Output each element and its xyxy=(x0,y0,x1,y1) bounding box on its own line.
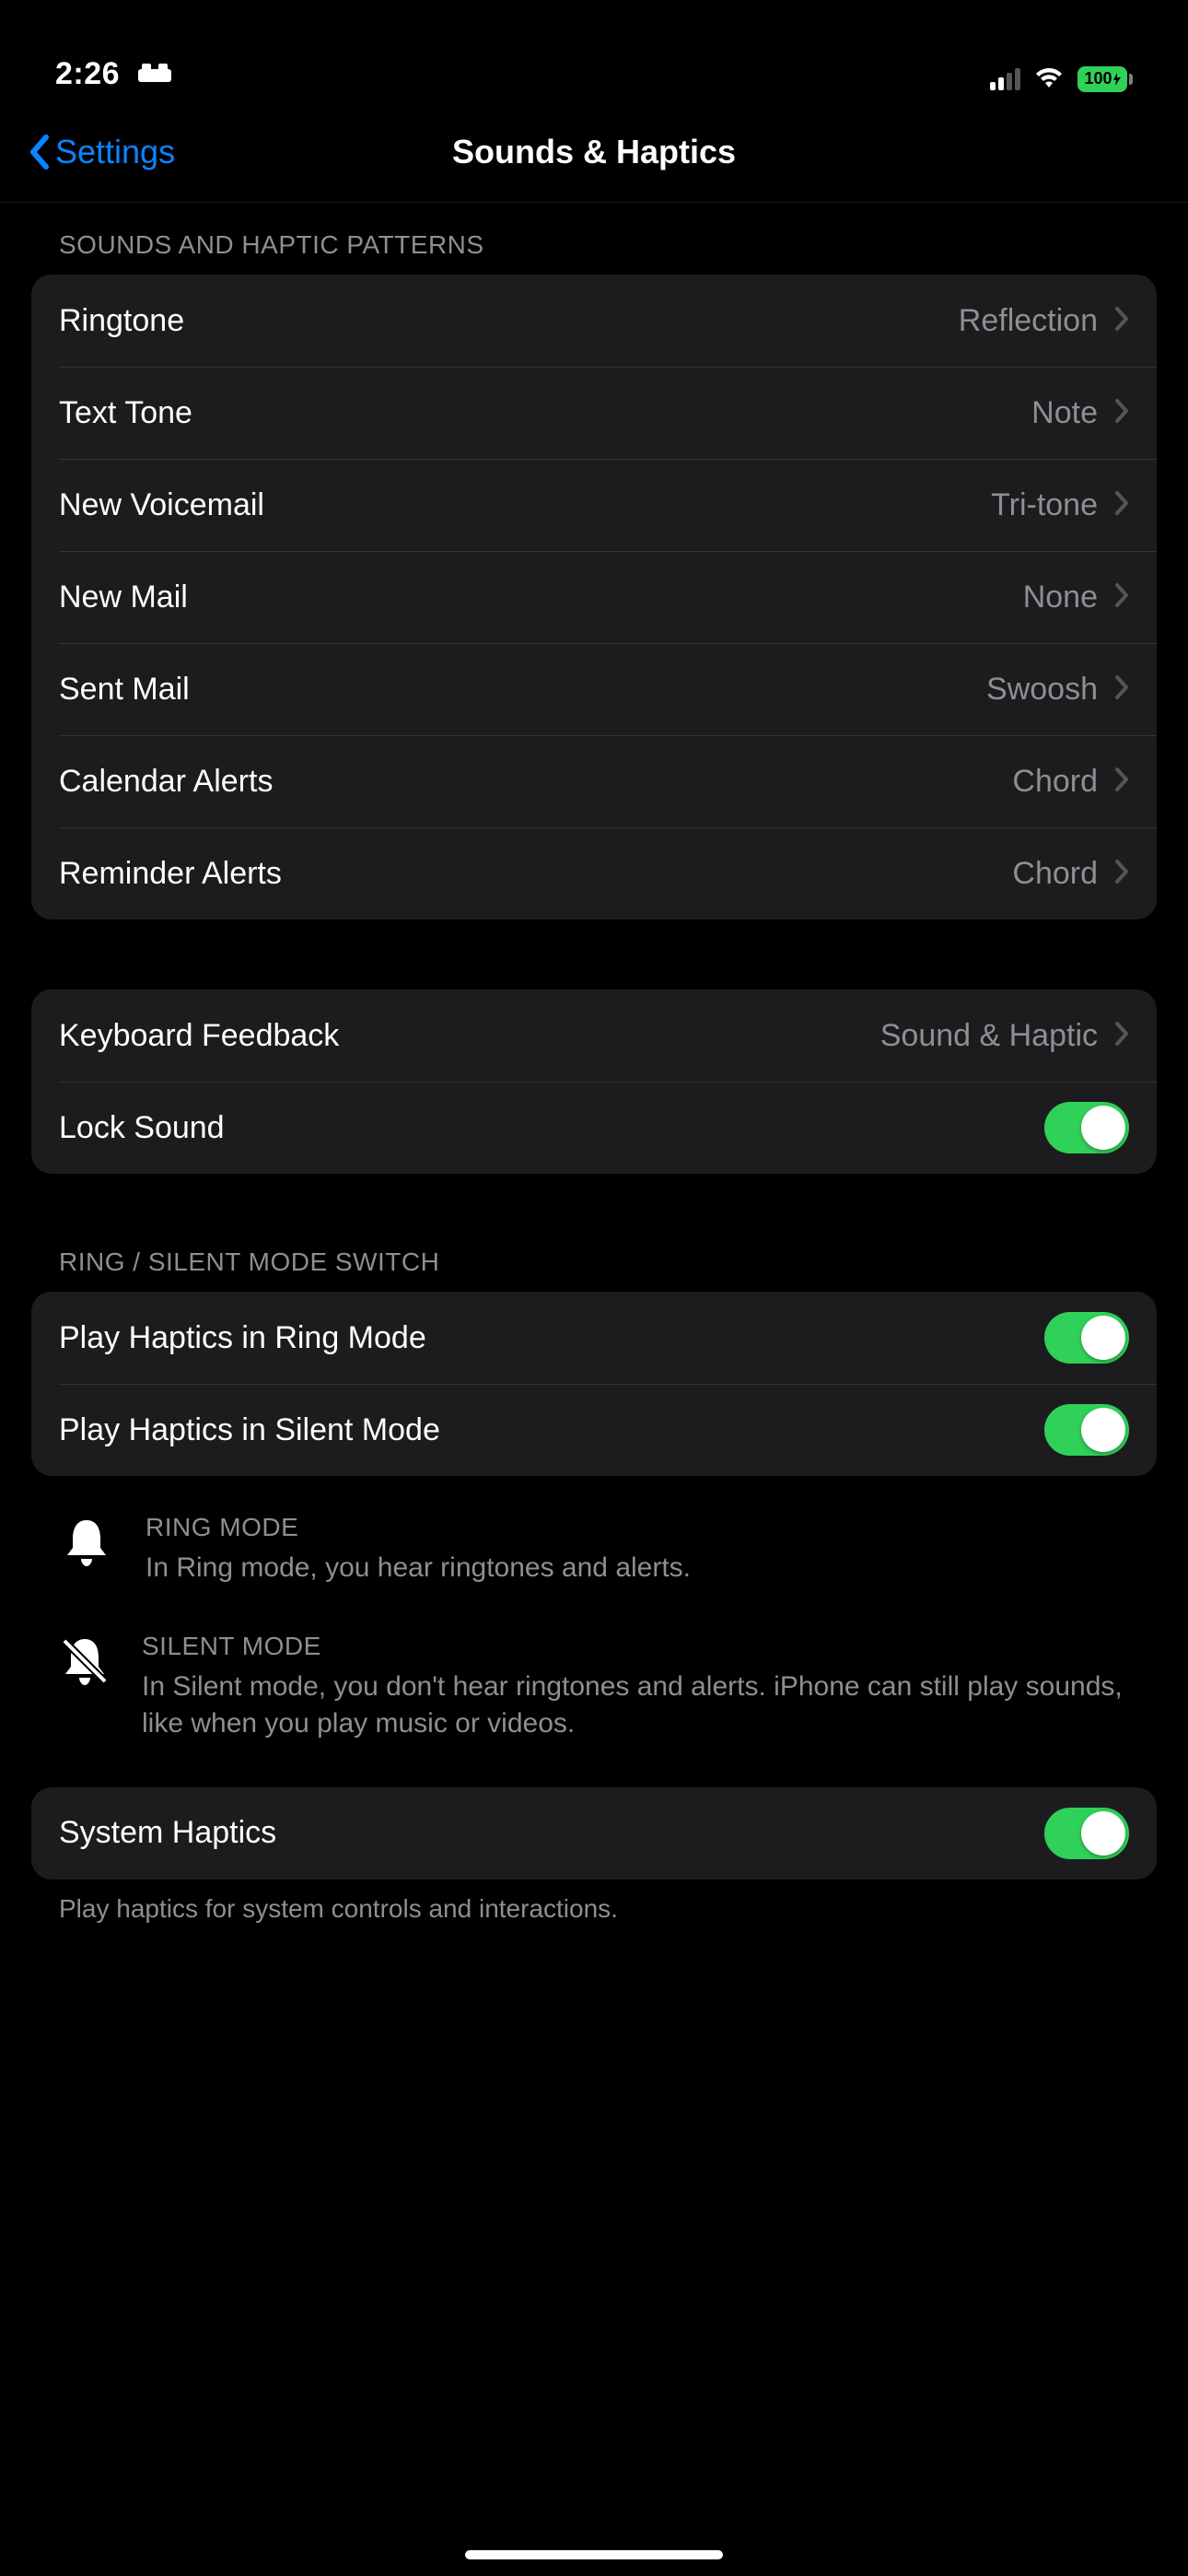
keyboard-feedback-label: Keyboard Feedback xyxy=(59,1018,880,1054)
page-title: Sounds & Haptics xyxy=(0,133,1188,171)
lock-sound-row: Lock Sound xyxy=(31,1082,1157,1174)
haptics-ring-toggle[interactable] xyxy=(1044,1312,1129,1364)
lock-sound-label: Lock Sound xyxy=(59,1110,1044,1146)
silent-mode-title: SILENT MODE xyxy=(142,1632,1129,1661)
ring-silent-group: Play Haptics in Ring Mode Play Haptics i… xyxy=(31,1292,1157,1476)
chevron-right-icon xyxy=(1114,767,1129,797)
calendar-alerts-row[interactable]: Calendar Alerts Chord xyxy=(31,735,1157,827)
reminder-alerts-label: Reminder Alerts xyxy=(59,856,1012,892)
calendar-alerts-label: Calendar Alerts xyxy=(59,764,1012,800)
new-mail-value: None xyxy=(1023,580,1098,615)
chevron-right-icon xyxy=(1114,398,1129,428)
system-haptics-toggle[interactable] xyxy=(1044,1808,1129,1859)
lock-sound-toggle[interactable] xyxy=(1044,1102,1129,1153)
keyboard-feedback-value: Sound & Haptic xyxy=(880,1018,1098,1054)
feedback-group: Keyboard Feedback Sound & Haptic Lock So… xyxy=(31,989,1157,1174)
sleep-icon xyxy=(138,60,171,88)
ring-mode-note: RING MODE In Ring mode, you hear rington… xyxy=(59,1513,1129,1587)
chevron-right-icon xyxy=(1114,306,1129,336)
status-bar: 2:26 100 xyxy=(0,0,1188,101)
haptics-silent-label: Play Haptics in Silent Mode xyxy=(59,1412,1044,1448)
system-haptics-group: System Haptics xyxy=(31,1787,1157,1879)
status-right: 100 xyxy=(990,65,1133,92)
chevron-right-icon xyxy=(1114,674,1129,705)
battery-level: 100 xyxy=(1084,69,1112,88)
text-tone-value: Note xyxy=(1031,395,1098,431)
new-mail-row[interactable]: New Mail None xyxy=(31,551,1157,643)
section-header-sounds: SOUNDS AND HAPTIC PATTERNS xyxy=(31,203,1157,275)
haptics-ring-row: Play Haptics in Ring Mode xyxy=(31,1292,1157,1384)
chevron-right-icon xyxy=(1114,1021,1129,1051)
section-header-ring-silent: RING / SILENT MODE SWITCH xyxy=(31,1220,1157,1292)
wifi-icon xyxy=(1033,65,1065,92)
bell-icon xyxy=(59,1513,114,1587)
sent-mail-row[interactable]: Sent Mail Swoosh xyxy=(31,643,1157,735)
navigation-bar: Settings Sounds & Haptics xyxy=(0,101,1188,203)
ringtone-value: Reflection xyxy=(959,303,1098,339)
bell-slash-icon xyxy=(59,1632,111,1743)
chevron-left-icon xyxy=(28,134,50,170)
ringtone-row[interactable]: Ringtone Reflection xyxy=(31,275,1157,367)
ringtone-label: Ringtone xyxy=(59,303,959,339)
reminder-alerts-value: Chord xyxy=(1012,856,1098,892)
new-voicemail-label: New Voicemail xyxy=(59,487,991,523)
system-haptics-footer: Play haptics for system controls and int… xyxy=(31,1879,1157,1924)
ring-mode-title: RING MODE xyxy=(146,1513,691,1542)
new-mail-label: New Mail xyxy=(59,580,1023,615)
keyboard-feedback-row[interactable]: Keyboard Feedback Sound & Haptic xyxy=(31,989,1157,1082)
text-tone-row[interactable]: Text Tone Note xyxy=(31,367,1157,459)
text-tone-label: Text Tone xyxy=(59,395,1031,431)
calendar-alerts-value: Chord xyxy=(1012,764,1098,800)
home-indicator[interactable] xyxy=(465,2550,723,2559)
chevron-right-icon xyxy=(1114,490,1129,521)
status-left: 2:26 xyxy=(55,56,171,92)
new-voicemail-value: Tri-tone xyxy=(991,487,1098,523)
silent-mode-note: SILENT MODE In Silent mode, you don't he… xyxy=(59,1632,1129,1743)
sent-mail-label: Sent Mail xyxy=(59,672,986,708)
ring-mode-desc: In Ring mode, you hear ringtones and ale… xyxy=(146,1550,691,1587)
haptics-silent-toggle[interactable] xyxy=(1044,1404,1129,1456)
status-time: 2:26 xyxy=(55,56,120,92)
reminder-alerts-row[interactable]: Reminder Alerts Chord xyxy=(31,827,1157,919)
sent-mail-value: Swoosh xyxy=(986,672,1098,708)
silent-mode-desc: In Silent mode, you don't hear ringtones… xyxy=(142,1669,1129,1743)
haptics-silent-row: Play Haptics in Silent Mode xyxy=(31,1384,1157,1476)
chevron-right-icon xyxy=(1114,582,1129,613)
cellular-signal-icon xyxy=(990,68,1020,90)
system-haptics-label: System Haptics xyxy=(59,1815,1044,1851)
system-haptics-row: System Haptics xyxy=(31,1787,1157,1879)
mode-notes: RING MODE In Ring mode, you hear rington… xyxy=(31,1476,1157,1743)
sounds-group: Ringtone Reflection Text Tone Note New V… xyxy=(31,275,1157,919)
battery-indicator: 100 xyxy=(1077,66,1133,92)
back-label: Settings xyxy=(55,133,175,171)
chevron-right-icon xyxy=(1114,859,1129,889)
new-voicemail-row[interactable]: New Voicemail Tri-tone xyxy=(31,459,1157,551)
haptics-ring-label: Play Haptics in Ring Mode xyxy=(59,1320,1044,1356)
back-button[interactable]: Settings xyxy=(0,133,175,171)
